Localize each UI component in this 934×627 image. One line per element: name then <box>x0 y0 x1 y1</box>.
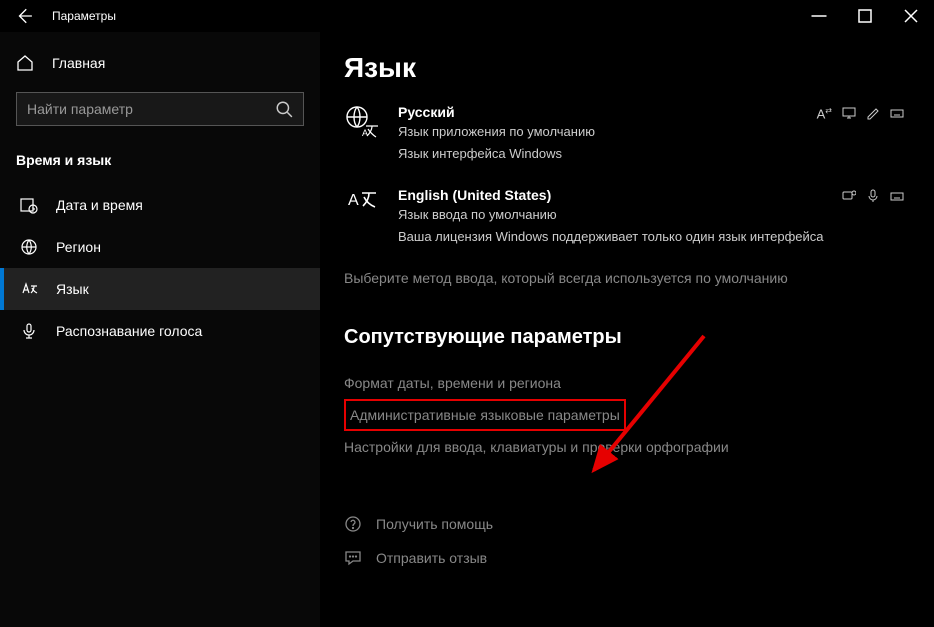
maximize-button[interactable] <box>842 0 888 32</box>
home-label: Главная <box>52 55 105 71</box>
keyboard-icon <box>890 106 904 120</box>
speech-icon <box>842 189 856 203</box>
nav-item-region[interactable]: Регион <box>0 226 320 268</box>
window-controls <box>796 0 934 32</box>
search-icon <box>275 100 293 118</box>
content-panel: Язык A Русский Язык приложения по умолча… <box>320 32 934 627</box>
feedback-label: Отправить отзыв <box>376 550 487 566</box>
language-badges: A⇄ <box>817 104 904 163</box>
related-link-keyboard-spelling[interactable]: Настройки для ввода, клавиатуры и провер… <box>344 431 904 463</box>
home-icon <box>16 54 34 72</box>
microphone-icon <box>20 322 38 340</box>
feedback-icon <box>344 549 362 567</box>
nav-item-speech[interactable]: Распознавание голоса <box>0 310 320 352</box>
nav-item-datetime[interactable]: Дата и время <box>0 184 320 226</box>
language-icon <box>20 280 38 298</box>
language-char-icon: A <box>344 187 386 246</box>
back-button[interactable] <box>8 0 40 32</box>
language-name: English (United States) <box>398 187 842 203</box>
arrow-left-icon <box>15 7 33 25</box>
page-title: Язык <box>344 52 904 84</box>
close-icon <box>902 7 920 25</box>
titlebar: Параметры <box>0 0 934 32</box>
language-card-english[interactable]: A English (United States) Язык ввода по … <box>344 187 904 246</box>
display-icon <box>842 106 856 120</box>
feedback-link[interactable]: Отправить отзыв <box>344 541 904 575</box>
language-card-russian[interactable]: A Русский Язык приложения по умолчанию Я… <box>344 104 904 163</box>
language-sub1: Язык ввода по умолчанию <box>398 205 842 225</box>
language-globe-icon: A <box>344 104 386 163</box>
nav-label: Распознавание голоса <box>56 323 202 339</box>
nav-label: Язык <box>56 281 89 297</box>
svg-text:A: A <box>348 192 359 209</box>
related-link-dateformat[interactable]: Формат даты, времени и региона <box>344 367 904 399</box>
home-link[interactable]: Главная <box>0 44 320 82</box>
maximize-icon <box>856 7 874 25</box>
search-input[interactable] <box>27 101 275 117</box>
get-help-link[interactable]: Получить помощь <box>344 507 904 541</box>
text-to-speech-icon: A⇄ <box>817 106 832 121</box>
svg-text:A: A <box>362 128 368 138</box>
language-sub2: Ваша лицензия Windows поддерживает тольк… <box>398 227 842 247</box>
minimize-icon <box>810 7 828 25</box>
related-title: Сопутствующие параметры <box>344 326 904 349</box>
minimize-button[interactable] <box>796 0 842 32</box>
section-title: Время и язык <box>0 144 320 184</box>
language-name: Русский <box>398 104 817 120</box>
keyboard-icon <box>890 189 904 203</box>
nav-label: Дата и время <box>56 197 143 213</box>
input-method-hint[interactable]: Выберите метод ввода, который всегда исп… <box>344 270 904 286</box>
nav-item-language[interactable]: Язык <box>0 268 320 310</box>
help-icon <box>344 515 362 533</box>
microphone-icon <box>866 189 880 203</box>
calendar-clock-icon <box>20 196 38 214</box>
language-sub2: Язык интерфейса Windows <box>398 144 817 164</box>
close-button[interactable] <box>888 0 934 32</box>
language-badges <box>842 187 904 246</box>
nav-label: Регион <box>56 239 101 255</box>
related-link-admin-language[interactable]: Административные языковые параметры <box>344 399 626 431</box>
search-box[interactable] <box>16 92 304 126</box>
help-label: Получить помощь <box>376 516 493 532</box>
handwriting-icon <box>866 106 880 120</box>
window-title: Параметры <box>52 9 116 23</box>
language-sub1: Язык приложения по умолчанию <box>398 122 817 142</box>
globe-icon <box>20 238 38 256</box>
sidebar: Главная Время и язык Дата и время Регион… <box>0 32 320 627</box>
